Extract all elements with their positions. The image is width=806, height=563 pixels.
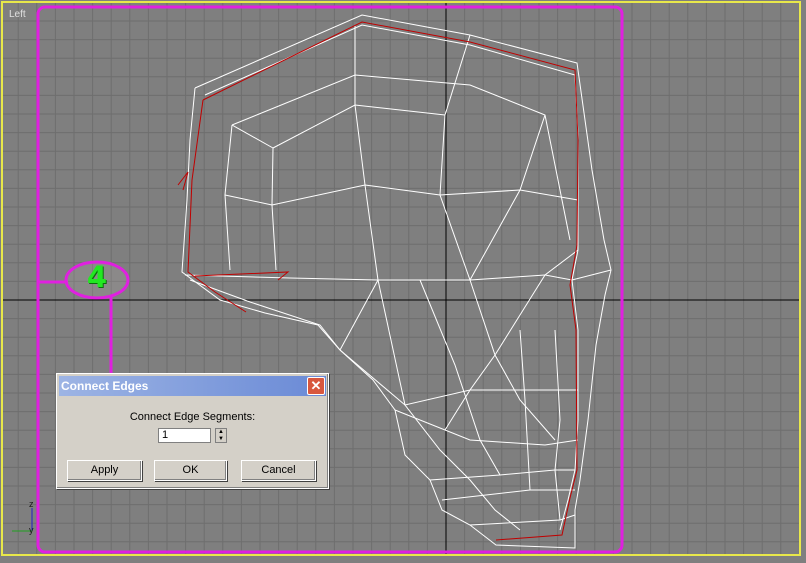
annotation-callout-number: 4: [86, 260, 108, 294]
apply-button[interactable]: Apply: [67, 460, 142, 481]
ok-button[interactable]: OK: [154, 460, 227, 481]
cancel-button[interactable]: Cancel: [241, 460, 316, 481]
connect-edges-dialog[interactable]: Connect Edges ✕ Connect Edge Segments: 1…: [56, 373, 329, 489]
dialog-title: Connect Edges: [61, 379, 149, 393]
segments-input[interactable]: 1: [158, 428, 211, 443]
dialog-titlebar[interactable]: Connect Edges ✕: [59, 376, 326, 396]
close-button[interactable]: ✕: [307, 377, 325, 395]
segments-spinner[interactable]: ▲ ▼: [215, 428, 227, 443]
close-icon: ✕: [310, 378, 322, 393]
viewport-label[interactable]: Left: [9, 9, 26, 20]
spinner-down-icon[interactable]: ▼: [216, 436, 226, 442]
spinner-up-icon[interactable]: ▲: [216, 429, 226, 435]
segments-label: Connect Edge Segments:: [129, 411, 256, 423]
